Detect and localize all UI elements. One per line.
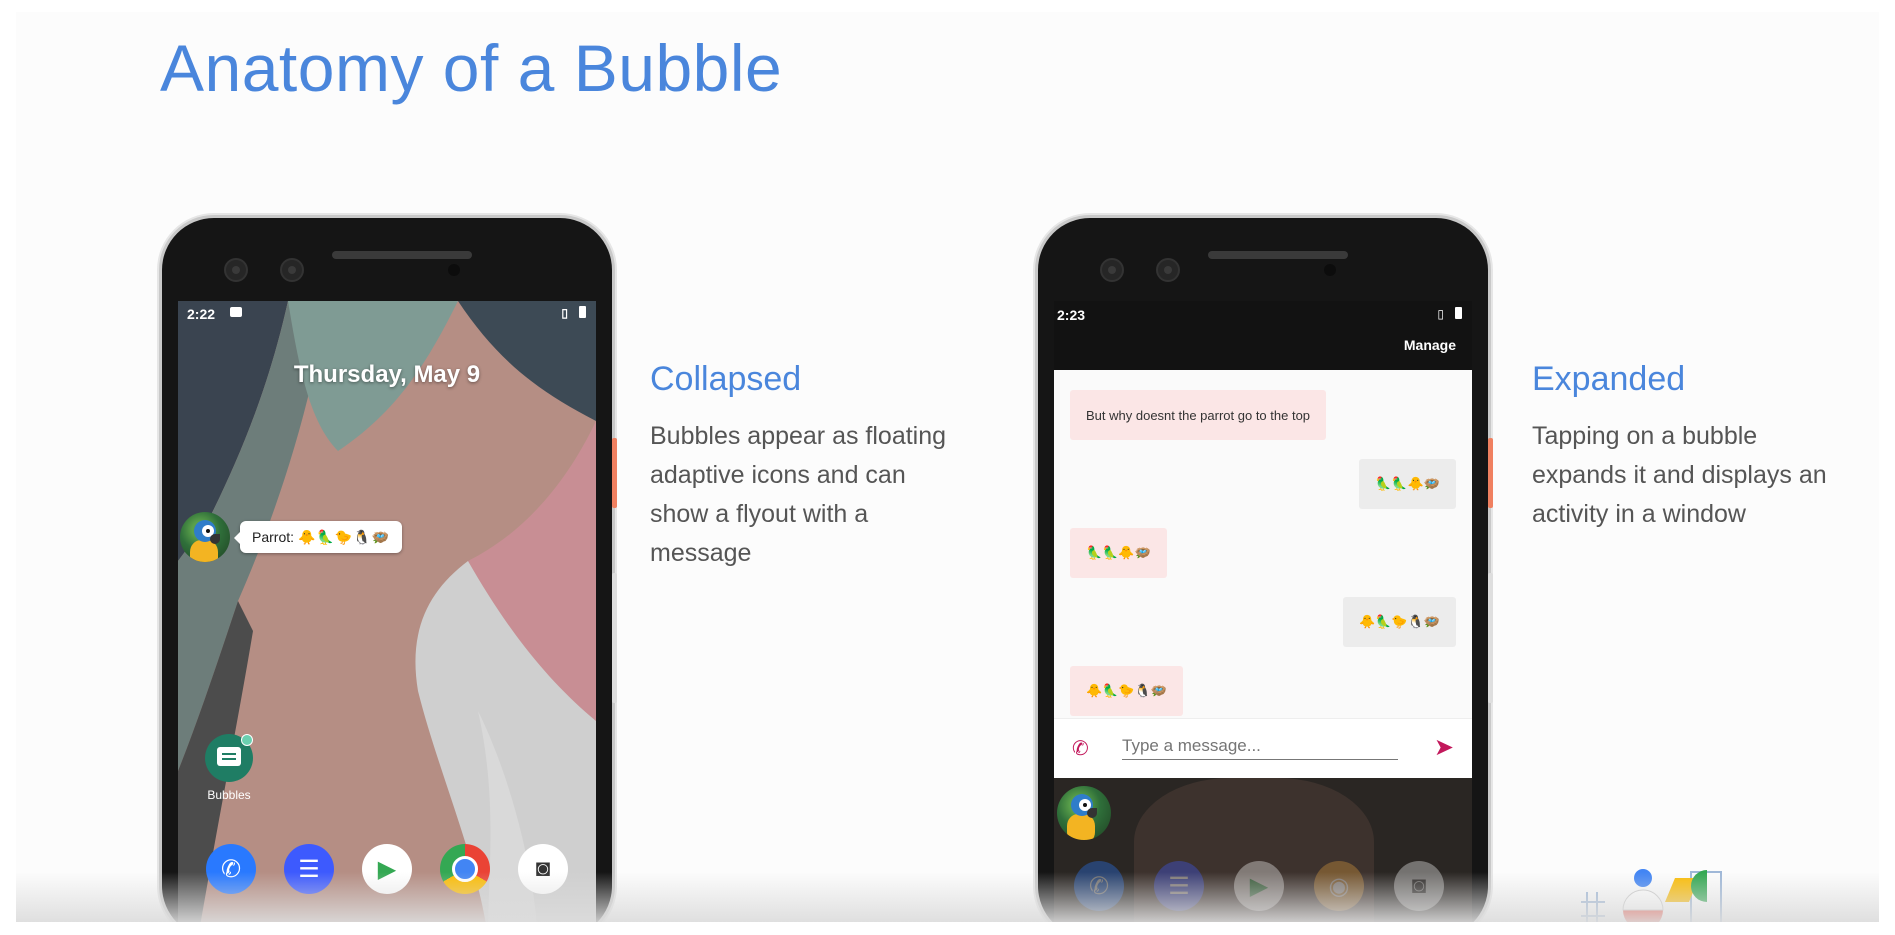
proximity-sensor <box>1324 264 1336 276</box>
message-bubble: 🦜🦜🐥🪺 <box>1359 459 1456 509</box>
collapsed-caption: Collapsed Bubbles appear as floating ada… <box>650 360 950 573</box>
chrome-icon[interactable] <box>440 844 490 894</box>
home-screen: 2:22 ▯ Thursday, May 9 Parrot: 🐥🦜🐤🐧🪺 Bub… <box>178 301 596 922</box>
earpiece-speaker <box>1208 251 1348 259</box>
collapsed-heading: Collapsed <box>650 360 802 398</box>
slide: Anatomy of a Bubble 2:22 ▯ Thursday, May… <box>16 12 1879 922</box>
message-bubble: 🐥🦜🐤🐧🪺 <box>1343 597 1456 647</box>
front-camera-secondary <box>1156 258 1180 282</box>
message-bubble: 🦜🦜🐥🪺 <box>1070 528 1167 578</box>
chat-bubble-icon <box>205 734 253 782</box>
manage-button[interactable]: Manage <box>1404 337 1456 353</box>
phone-expanded: 2:23 ▯ Manage But why doesnt the parrot … <box>1038 218 1493 922</box>
message-icon <box>230 307 242 317</box>
volume-button <box>1488 573 1493 703</box>
expanded-description: Tapping on a bubble expands it and displ… <box>1532 422 1827 528</box>
expanded-screen: 2:23 ▯ Manage But why doesnt the parrot … <box>1054 301 1472 922</box>
bubbles-app-shortcut[interactable]: Bubbles <box>204 734 254 802</box>
message-bubble: 🐥🦜🐤🐧🪺 <box>1070 666 1183 716</box>
status-time: 2:23 <box>1057 307 1086 323</box>
battery-icon <box>1455 307 1462 319</box>
vibrate-icon: ▯ <box>1437 307 1444 321</box>
notification-dot <box>241 734 253 746</box>
collapsed-description: Bubbles appear as floating adaptive icon… <box>650 422 947 567</box>
app-label: Bubbles <box>207 788 251 802</box>
volume-button <box>612 573 617 703</box>
send-icon[interactable]: ➤ <box>1434 733 1454 762</box>
play-store-icon[interactable]: ▶ <box>362 844 412 894</box>
message-bubble: But why doesnt the parrot go to the top <box>1070 390 1327 440</box>
phone-icon[interactable]: ✆ <box>1072 736 1089 761</box>
chat-window: But why doesnt the parrot go to the top … <box>1054 370 1472 718</box>
phone-app-icon[interactable]: ✆ <box>206 844 256 894</box>
io-logo <box>1581 869 1722 922</box>
app-dock: ✆ ☰ ▶ ◉ ◙ <box>1054 861 1472 921</box>
front-camera-secondary <box>280 258 304 282</box>
app-dock: ✆ ☰ ▶ ◙ <box>178 844 596 904</box>
chrome-icon: ◉ <box>1314 861 1364 911</box>
message-input[interactable] <box>1122 733 1398 760</box>
parrot-bubble-icon[interactable] <box>1057 786 1111 840</box>
flyout-message: 🐥🦜🐤🐧🪺 <box>298 528 391 545</box>
proximity-sensor <box>448 264 460 276</box>
bubble-flyout[interactable]: Parrot: 🐥🦜🐤🐧🪺 <box>233 521 403 553</box>
earpiece-speaker <box>332 251 472 259</box>
status-bar: 2:23 ▯ Manage <box>1054 301 1472 370</box>
messages-app-icon: ☰ <box>1154 861 1204 911</box>
status-bar: 2:22 ▯ <box>178 301 596 325</box>
power-button <box>612 438 617 508</box>
expanded-caption: Expanded Tapping on a bubble expands it … <box>1532 360 1832 534</box>
expanded-heading: Expanded <box>1532 360 1686 398</box>
parrot-bubble-icon[interactable] <box>180 512 230 562</box>
play-store-icon: ▶ <box>1234 861 1284 911</box>
flyout-sender: Parrot: <box>252 529 295 545</box>
lockscreen-date: Thursday, May 9 <box>293 361 481 388</box>
camera-app-icon[interactable]: ◙ <box>518 844 568 894</box>
messages-app-icon[interactable]: ☰ <box>284 844 334 894</box>
phone-collapsed: 2:22 ▯ Thursday, May 9 Parrot: 🐥🦜🐤🐧🪺 Bub… <box>162 218 617 922</box>
power-button <box>1488 438 1493 508</box>
status-time: 2:22 <box>187 306 216 322</box>
vibrate-icon: ▯ <box>561 306 568 320</box>
front-camera <box>224 258 248 282</box>
battery-icon <box>579 306 586 318</box>
message-composer: ✆ ➤ <box>1054 718 1472 779</box>
camera-app-icon: ◙ <box>1394 861 1444 911</box>
slide-title: Anatomy of a Bubble <box>160 31 783 105</box>
wallpaper <box>178 301 596 922</box>
phone-app-icon: ✆ <box>1074 861 1124 911</box>
front-camera <box>1100 258 1124 282</box>
